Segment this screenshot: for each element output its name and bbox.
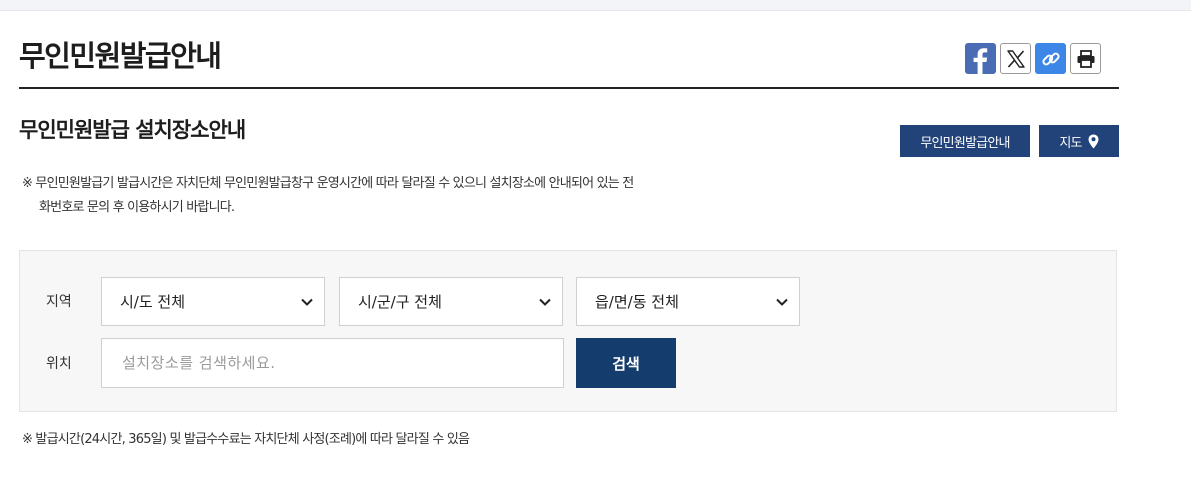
x-share-button[interactable]	[1000, 43, 1031, 74]
facebook-icon	[973, 48, 988, 74]
search-button[interactable]: 검색	[576, 338, 676, 388]
eupmyeondong-select[interactable]: 읍/면/동 전체	[576, 277, 800, 326]
location-search-input[interactable]	[101, 338, 564, 388]
title-divider	[19, 87, 1119, 89]
print-button[interactable]	[1070, 43, 1101, 74]
sigungu-select-value: 시/군/구 전체	[358, 293, 442, 311]
search-panel: 지역 시/도 전체 시/군/구 전체 읍/면/동 전체 위치 검색	[19, 250, 1117, 412]
chevron-down-icon	[776, 298, 788, 306]
location-label: 위치	[46, 356, 72, 372]
notice-line-2: 화번호로 문의 후 이용하시기 바랍니다.	[39, 200, 235, 215]
region-label: 지역	[46, 294, 72, 310]
share-toolbar	[965, 43, 1101, 74]
copy-link-button[interactable]	[1035, 43, 1066, 74]
print-icon	[1077, 49, 1094, 68]
facebook-share-button[interactable]	[965, 43, 996, 74]
page-title: 무인민원발급안내	[19, 39, 222, 73]
kiosk-guide-label: 무인민원발급안내	[920, 135, 1010, 151]
map-pin-icon	[1088, 134, 1099, 148]
link-icon	[1041, 52, 1060, 65]
kiosk-guide-button[interactable]: 무인민원발급안내	[900, 125, 1030, 157]
chevron-down-icon	[539, 298, 551, 306]
chevron-down-icon	[301, 298, 313, 306]
sido-select-value: 시/도 전체	[120, 293, 186, 311]
x-twitter-icon	[1006, 49, 1025, 68]
usage-notice: ※ 무인민원발급기 발급시간은 자치단체 무인민원발급창구 운영시간에 따라 달…	[22, 172, 742, 220]
notice-line-1: ※ 무인민원발급기 발급시간은 자치단체 무인민원발급창구 운영시간에 따라 달…	[22, 176, 634, 191]
sigungu-select[interactable]: 시/군/구 전체	[339, 277, 563, 326]
section-title: 무인민원발급 설치장소안내	[19, 118, 246, 142]
eupmyeondong-select-value: 읍/면/동 전체	[595, 293, 679, 311]
map-button[interactable]: 지도	[1039, 125, 1119, 157]
sido-select[interactable]: 시/도 전체	[101, 277, 325, 326]
top-bar	[0, 0, 1191, 11]
map-label: 지도	[1059, 135, 1082, 151]
fee-footnote: ※ 발급시간(24시간, 365일) 및 발급수수료는 자치단체 사정(조례)에…	[22, 432, 470, 447]
